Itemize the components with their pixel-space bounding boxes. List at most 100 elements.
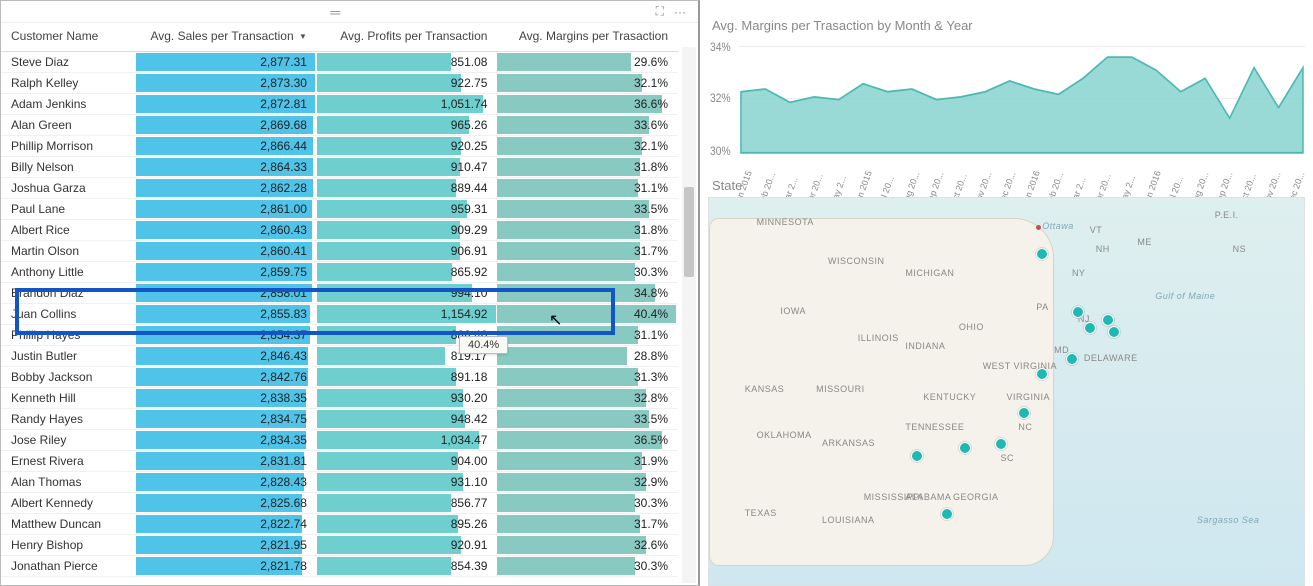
cell-profits: 1,154.92 xyxy=(441,307,498,321)
table-row[interactable]: Jose Riley 2,834.35 1,034.47 36.5% xyxy=(1,430,678,451)
cell-sales: 2,864.33 xyxy=(260,160,317,174)
more-options-icon[interactable]: ··· xyxy=(674,5,686,19)
state-map-visual[interactable]: MINNESOTAWISCONSINMICHIGANIOWAILLINOISIN… xyxy=(708,197,1305,586)
cell-profits: 959.31 xyxy=(451,202,498,216)
map-data-point[interactable] xyxy=(959,442,971,454)
cell-sales: 2,866.44 xyxy=(260,139,317,153)
cell-profits: 854.39 xyxy=(451,559,498,573)
cell-customer-name: Anthony Little xyxy=(1,262,136,282)
map-region-label: NS xyxy=(1233,244,1247,254)
map-region-label: DELAWARE xyxy=(1084,353,1138,363)
cell-margins: 31.1% xyxy=(634,181,678,195)
cell-profits: 965.26 xyxy=(451,118,498,132)
map-region-label: MICHIGAN xyxy=(905,268,954,278)
map-region-label: VIRGINIA xyxy=(1007,392,1051,402)
focus-mode-icon[interactable]: ⛶ xyxy=(656,4,664,19)
table-row[interactable]: Phillip Hayes 2,854.37 888.46 31.1% xyxy=(1,325,678,346)
table-row[interactable]: Joshua Garza 2,862.28 889.44 31.1% xyxy=(1,178,678,199)
cell-margins: 32.1% xyxy=(634,139,678,153)
cell-sales: 2,825.68 xyxy=(260,496,317,510)
cell-sales: 2,860.43 xyxy=(260,223,317,237)
table-row[interactable]: Jonathan Pierce 2,821.78 854.39 30.3% xyxy=(1,556,678,577)
map-region-label: GEORGIA xyxy=(953,492,999,502)
cell-customer-name: Adam Jenkins xyxy=(1,94,136,114)
table-row[interactable]: Alan Thomas 2,828.43 931.10 32.9% xyxy=(1,472,678,493)
cell-sales: 2,831.81 xyxy=(260,454,317,468)
table-row[interactable]: Randy Hayes 2,834.75 948.42 33.5% xyxy=(1,409,678,430)
drag-handle-icon[interactable]: ═ xyxy=(330,4,338,20)
col-avg-margins[interactable]: Avg. Margins per Trasaction xyxy=(497,23,678,52)
map-region-label: KENTUCKY xyxy=(923,392,976,402)
table-row[interactable]: Justin Butler 2,846.43 819.17 28.8% xyxy=(1,346,678,367)
table-row[interactable]: Bobby Jackson 2,842.76 891.18 31.3% xyxy=(1,367,678,388)
map-region-label: ILLINOIS xyxy=(858,333,899,343)
map-region-label: MD xyxy=(1054,345,1069,355)
table-visual[interactable]: ═ ⛶ ··· Customer Name Avg. Sales per Tra… xyxy=(0,0,700,586)
cell-margins: 36.6% xyxy=(634,97,678,111)
map-region-label: TENNESSEE xyxy=(905,422,964,432)
col-avg-profits[interactable]: Avg. Profits per Transaction xyxy=(317,23,498,52)
table-row[interactable]: Steve Diaz 2,877.31 851.08 29.6% xyxy=(1,52,678,73)
cell-customer-name: Justin Butler xyxy=(1,346,136,366)
cell-profits: 930.20 xyxy=(451,391,498,405)
cell-margins: 31.8% xyxy=(634,160,678,174)
table-row[interactable]: Alan Green 2,869.68 965.26 33.6% xyxy=(1,115,678,136)
map-data-point[interactable] xyxy=(995,438,1007,450)
cell-sales: 2,854.37 xyxy=(260,328,317,342)
cell-margins: 31.1% xyxy=(634,328,678,342)
table-row[interactable]: Anthony Little 2,859.75 865.92 30.3% xyxy=(1,262,678,283)
table-row[interactable]: Martin Olson 2,860.41 906.91 31.7% xyxy=(1,241,678,262)
table-row[interactable]: Juan Collins 2,855.83 1,154.92 40.4% xyxy=(1,304,678,325)
table-row[interactable]: Albert Rice 2,860.43 909.29 31.8% xyxy=(1,220,678,241)
map-data-point[interactable] xyxy=(1108,326,1120,338)
map-region-label: WISCONSIN xyxy=(828,256,885,266)
map-data-point[interactable] xyxy=(1102,314,1114,326)
cell-sales: 2,821.78 xyxy=(260,559,317,573)
cell-profits: 920.91 xyxy=(451,538,498,552)
cell-customer-name: Randy Hayes xyxy=(1,409,136,429)
cell-margins: 29.6% xyxy=(634,55,678,69)
table-row[interactable]: Matthew Duncan 2,822.74 895.26 31.7% xyxy=(1,514,678,535)
table-row[interactable]: Albert Kennedy 2,825.68 856.77 30.3% xyxy=(1,493,678,514)
col-customer-name[interactable]: Customer Name xyxy=(1,23,136,52)
table-row[interactable]: Billy Nelson 2,864.33 910.47 31.8% xyxy=(1,157,678,178)
cell-customer-name: Steve Diaz xyxy=(1,52,136,72)
cell-margins: 40.4% xyxy=(634,307,678,321)
vertical-scrollbar[interactable] xyxy=(682,47,696,583)
cell-margins: 31.9% xyxy=(634,454,678,468)
cell-customer-name: Jose Riley xyxy=(1,430,136,450)
scrollbar-thumb[interactable] xyxy=(684,187,694,277)
table-row[interactable]: Ralph Kelley 2,873.30 922.75 32.1% xyxy=(1,73,678,94)
cell-profits: 865.92 xyxy=(451,265,498,279)
table-row[interactable]: Brandon Diaz 2,858.01 994.10 34.8% xyxy=(1,283,678,304)
table-row[interactable]: Henry Bishop 2,821.95 920.91 32.6% xyxy=(1,535,678,556)
map-region-label: PA xyxy=(1036,302,1048,312)
cell-margins: 33.5% xyxy=(634,412,678,426)
cell-customer-name: Matthew Duncan xyxy=(1,514,136,534)
cell-sales: 2,842.76 xyxy=(260,370,317,384)
map-region-label: VT xyxy=(1090,225,1103,235)
table-row[interactable]: Adam Jenkins 2,872.81 1,051.74 36.6% xyxy=(1,94,678,115)
cell-profits: 891.18 xyxy=(451,370,498,384)
area-chart-visual[interactable]: Avg. Margins per Trasaction by Month & Y… xyxy=(708,0,1305,170)
map-region-label: NH xyxy=(1096,244,1110,254)
cell-profits: 931.10 xyxy=(451,475,498,489)
table-row[interactable]: Ernest Rivera 2,831.81 904.00 31.9% xyxy=(1,451,678,472)
map-region-label: OKLAHOMA xyxy=(757,430,812,440)
col-avg-sales-label: Avg. Sales per Transaction xyxy=(150,29,293,43)
map-data-point[interactable] xyxy=(941,508,953,520)
table-row[interactable]: Kenneth Hill 2,838.35 930.20 32.8% xyxy=(1,388,678,409)
cell-customer-name: Albert Rice xyxy=(1,220,136,240)
cell-margins: 31.8% xyxy=(634,223,678,237)
col-avg-sales[interactable]: Avg. Sales per Transaction ▼ xyxy=(136,23,317,52)
map-data-point[interactable] xyxy=(911,450,923,462)
svg-text:34%: 34% xyxy=(710,42,731,55)
cell-margins: 32.1% xyxy=(634,76,678,90)
cell-profits: 920.25 xyxy=(451,139,498,153)
cell-sales: 2,859.75 xyxy=(260,265,317,279)
table-row[interactable]: Paul Lane 2,861.00 959.31 33.5% xyxy=(1,199,678,220)
svg-text:30%: 30% xyxy=(710,146,731,159)
map-data-point[interactable] xyxy=(1084,322,1096,334)
table-row[interactable]: Phillip Morrison 2,866.44 920.25 32.1% xyxy=(1,136,678,157)
map-data-point[interactable] xyxy=(1066,353,1078,365)
